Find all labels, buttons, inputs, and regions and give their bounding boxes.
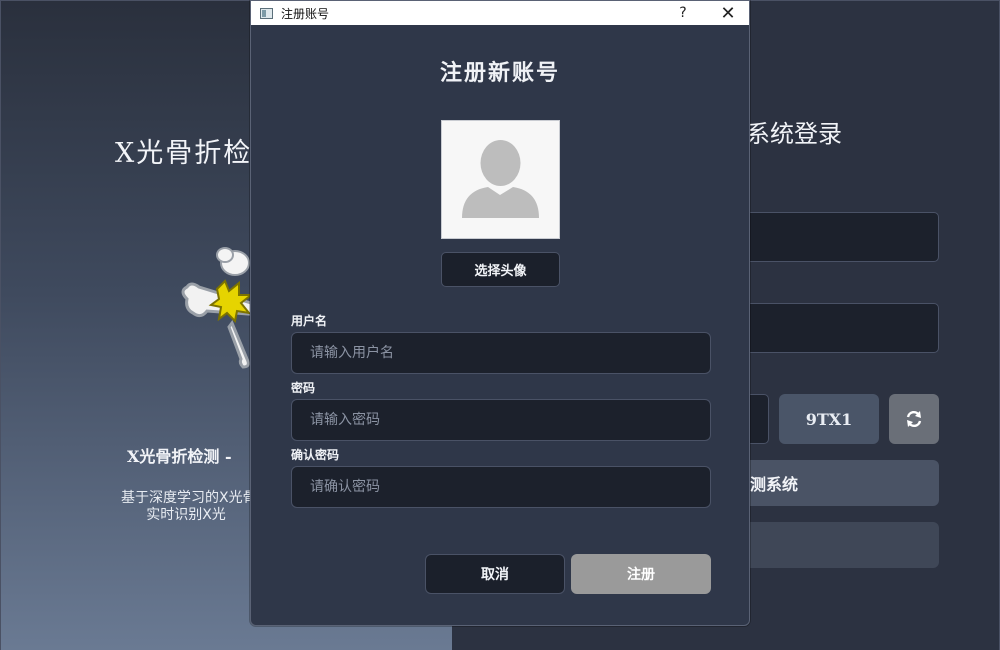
dialog-heading: 注册新账号 xyxy=(439,60,560,86)
confirm-password-label: 确认密码 xyxy=(291,448,340,462)
dialog-window-title: 注册账号 xyxy=(281,6,330,21)
register-button[interactable]: 注册 xyxy=(571,554,711,594)
close-icon: ✕ xyxy=(720,2,736,24)
confirm-password-input[interactable] xyxy=(291,466,711,508)
close-button[interactable]: ✕ xyxy=(713,1,743,25)
description-line-2: 实时识别X光 xyxy=(146,507,226,523)
choose-avatar-button[interactable]: 选择头像 xyxy=(441,252,560,287)
username-input[interactable] xyxy=(291,332,711,374)
refresh-icon xyxy=(906,410,922,428)
dialog-titlebar[interactable]: 注册账号 ? ✕ xyxy=(251,1,749,25)
user-silhouette-icon xyxy=(462,140,539,218)
description-line-1: 基于深度学习的X光骨 xyxy=(121,490,257,506)
app-subtitle: X光骨折检测 - xyxy=(127,447,232,466)
help-button[interactable]: ? xyxy=(671,1,695,25)
username-label: 用户名 xyxy=(291,314,328,328)
window-icon xyxy=(260,7,273,19)
register-dialog: 注册账号 ? ✕ 注册新账号 选择头像 用户名 密码 确认密码 取消 注册 xyxy=(250,0,750,626)
password-input[interactable] xyxy=(291,399,711,441)
captcha-code[interactable]: 9TX1 xyxy=(779,394,879,444)
login-title: 系统登录 xyxy=(746,120,842,148)
avatar-preview xyxy=(441,120,560,239)
refresh-captcha-button[interactable] xyxy=(889,394,939,444)
register-link-button[interactable]: 号 xyxy=(720,522,939,568)
app-description: 基于深度学习的X光骨 实时识别X光 xyxy=(121,490,257,524)
login-username-input[interactable] xyxy=(720,212,939,262)
cancel-button[interactable]: 取消 xyxy=(425,554,565,594)
login-password-input[interactable] xyxy=(720,303,939,353)
password-label: 密码 xyxy=(291,381,316,395)
app-title: X光骨折检 xyxy=(115,138,253,169)
login-button[interactable]: 检测系统 xyxy=(720,460,939,506)
